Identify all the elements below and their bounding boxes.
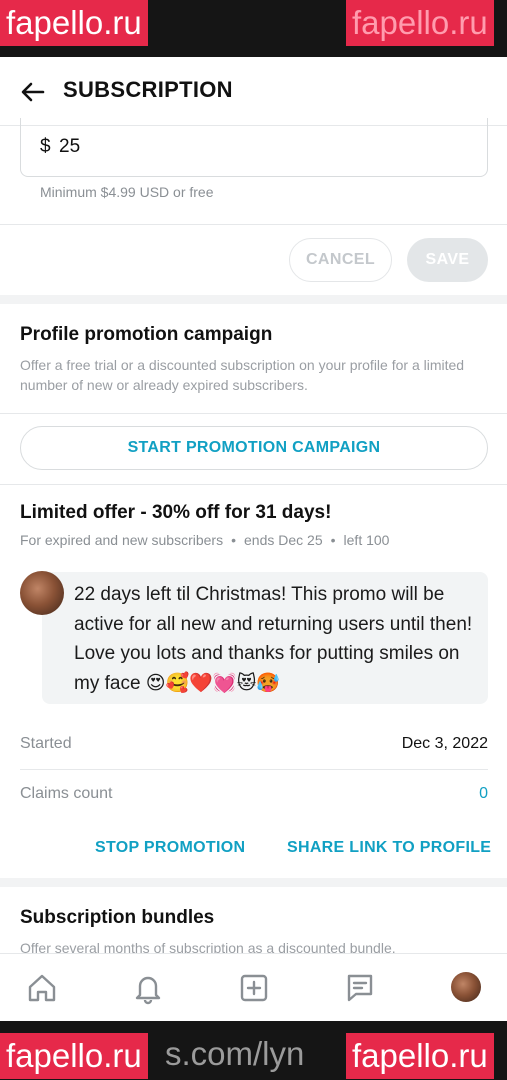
top-watermark-bar: fapello.ru fapello.ru — [0, 0, 507, 57]
offer-title: Limited offer - 30% off for 31 days! — [20, 502, 332, 523]
bottom-watermark-bar: s.com/lyn fapello.ru fapello.ru — [0, 1021, 507, 1080]
promo-message-bubble: 22 days left til Christmas! This promo w… — [42, 572, 488, 704]
back-arrow-icon[interactable] — [18, 77, 48, 107]
promotion-description: Offer a free trial or a discounted subsc… — [20, 357, 465, 393]
section-separator — [0, 295, 507, 304]
promotion-title: Profile promotion campaign — [20, 324, 273, 345]
bundles-title: Subscription bundles — [20, 907, 215, 928]
share-link-button[interactable]: SHARE LINK TO PROFILE — [287, 839, 491, 857]
divider — [0, 484, 507, 485]
claims-value[interactable]: 0 — [479, 785, 488, 803]
offer-ends: ends Dec 25 — [244, 532, 323, 548]
app-header: SUBSCRIPTION — [0, 57, 507, 126]
cancel-button[interactable]: CANCEL — [289, 238, 392, 282]
watermark-url: s.com/lyn — [165, 1035, 305, 1072]
offer-audience: For expired and new subscribers — [20, 532, 224, 548]
bell-icon[interactable] — [130, 970, 166, 1006]
avatar[interactable] — [20, 571, 64, 615]
separator-dot: • — [231, 532, 237, 548]
chat-icon[interactable] — [342, 970, 378, 1006]
page-title: SUBSCRIPTION — [63, 77, 233, 102]
divider — [0, 224, 507, 225]
price-hint: Minimum $4.99 USD or free — [40, 184, 214, 200]
claims-label: Claims count — [20, 785, 113, 802]
offer-left: left 100 — [343, 532, 390, 548]
divider — [0, 413, 507, 414]
start-promotion-button[interactable]: START PROMOTION CAMPAIGN — [20, 426, 488, 470]
offer-meta: For expired and new subscribers • ends Dec… — [20, 532, 389, 548]
started-value: Dec 3, 2022 — [401, 735, 488, 752]
save-button[interactable]: SAVE — [407, 238, 488, 282]
promo-message-text: 22 days left til Christmas! This promo w… — [74, 584, 473, 694]
price-value: 25 — [59, 136, 81, 157]
watermark-badge-right: fapello.ru — [346, 0, 494, 46]
currency-symbol: $ — [40, 136, 51, 157]
home-icon[interactable] — [24, 970, 60, 1006]
watermark-badge-left: fapello.ru — [0, 0, 148, 46]
watermark-badge-left: fapello.ru — [0, 1033, 148, 1079]
bottom-nav — [0, 953, 507, 1021]
stop-promotion-button[interactable]: STOP PROMOTION — [95, 839, 245, 857]
watermark-badge-right: fapello.ru — [346, 1033, 494, 1079]
divider — [20, 769, 488, 770]
started-label: Started — [20, 735, 72, 752]
section-separator — [0, 878, 507, 887]
avatar[interactable] — [451, 972, 481, 1002]
price-input[interactable]: $ 25 — [20, 118, 488, 177]
plus-square-icon[interactable] — [236, 970, 272, 1006]
separator-dot: • — [330, 532, 336, 548]
bundles-description: Offer several months of subscription as … — [20, 940, 396, 953]
